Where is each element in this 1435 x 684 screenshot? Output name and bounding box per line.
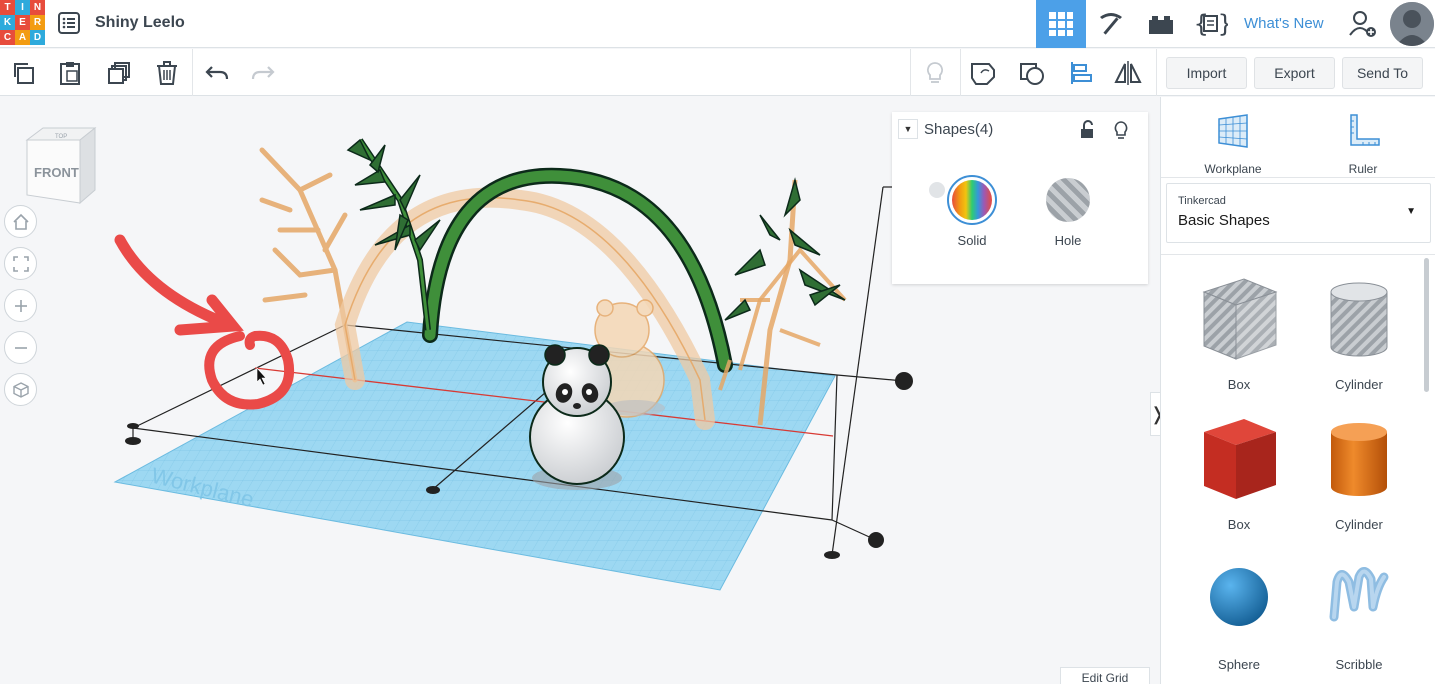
inspector-title: Shapes(4): [924, 121, 994, 138]
paste-icon[interactable]: [55, 58, 85, 88]
home-view-icon[interactable]: [4, 205, 37, 238]
bricks-icon[interactable]: [1136, 0, 1186, 48]
shape-label: Box: [1227, 377, 1251, 392]
group-icon[interactable]: [968, 58, 998, 88]
zoom-out-icon[interactable]: [4, 331, 37, 364]
toolbar-divider: [1156, 49, 1157, 96]
logo-letter: R: [30, 15, 45, 30]
undo-icon[interactable]: [202, 58, 232, 88]
shape-cylinder-hole[interactable]: Cylinder: [1309, 267, 1409, 397]
panel-divider: [1161, 177, 1435, 178]
shape-label: Scribble: [1335, 657, 1383, 672]
shape-label: Cylinder: [1335, 517, 1383, 532]
redo-icon[interactable]: [248, 58, 278, 88]
shape-box-hole[interactable]: Box: [1189, 267, 1289, 397]
shape-sphere[interactable]: Sphere: [1189, 547, 1289, 677]
workplane-label: Workplane: [1204, 162, 1262, 176]
zoom-in-icon[interactable]: [4, 289, 37, 322]
toolbar-divider: [960, 49, 961, 96]
workplane-icon: [1218, 114, 1248, 148]
dropdown-chevron-icon: ▼: [1406, 206, 1416, 217]
grid-view-icon[interactable]: [1036, 0, 1086, 48]
avatar[interactable]: [1390, 2, 1434, 46]
shape-library-dropdown[interactable]: Tinkercad Basic Shapes ▼: [1166, 183, 1431, 243]
panel-scrollbar[interactable]: [1424, 258, 1429, 392]
shape-scribble[interactable]: Scribble: [1309, 547, 1409, 677]
view-cube[interactable]: FRONT TOP: [25, 126, 97, 205]
box-hole-icon: [1202, 278, 1278, 360]
import-button[interactable]: Import: [1166, 57, 1247, 89]
align-icon[interactable]: [1066, 58, 1096, 88]
lock-icon[interactable]: [1078, 120, 1096, 145]
shape-cylinder[interactable]: Cylinder: [1309, 407, 1409, 537]
view-cube-top-label: TOP: [55, 134, 67, 140]
logo-letter: A: [15, 30, 30, 45]
sphere-blue-icon: [1210, 568, 1268, 626]
project-title[interactable]: Shiny Leelo: [95, 14, 185, 32]
visibility-bulb-icon[interactable]: [1112, 120, 1130, 145]
ungroup-icon[interactable]: [1017, 58, 1047, 88]
shape-label: Box: [1227, 517, 1251, 532]
hole-swatch[interactable]: [1046, 178, 1090, 222]
logo-letter: I: [15, 0, 30, 15]
shape-label: Sphere: [1218, 657, 1260, 672]
edit-grid-button[interactable]: Edit Grid: [1060, 667, 1150, 684]
ruler-label: Ruler: [1348, 162, 1378, 176]
library-category: Tinkercad: [1178, 195, 1226, 207]
svg-text:{: {: [1194, 10, 1208, 38]
logo-letter: D: [30, 30, 45, 45]
send-to-button[interactable]: Send To: [1342, 57, 1423, 89]
scribble-icon: [1329, 567, 1389, 622]
workplane-tool[interactable]: Workplane: [1173, 107, 1293, 177]
annotation-arrow: [114, 234, 244, 336]
view-cube-front-label: FRONT: [34, 165, 79, 180]
copy-icon[interactable]: [8, 58, 38, 88]
duplicate-icon[interactable]: [104, 58, 134, 88]
mouse-cursor-icon: [256, 367, 267, 386]
whats-new-link[interactable]: What's New: [1244, 15, 1324, 32]
shape-box[interactable]: Box: [1189, 407, 1289, 537]
top-bar: TINKERCAD Shiny Leelo {What's New: [0, 0, 1435, 48]
logo-letter: C: [0, 30, 15, 45]
ruler-tool[interactable]: Ruler: [1303, 107, 1423, 177]
svg-text:}: }: [1218, 10, 1228, 38]
cylinder-orange-icon: [1331, 423, 1387, 496]
shapes-panel: Workplane Ruler Tinkercad Basic Shapes ▼…: [1160, 97, 1435, 684]
mirror-icon[interactable]: [1113, 58, 1143, 88]
export-button[interactable]: Export: [1254, 57, 1335, 89]
pickaxe-icon[interactable]: [1086, 0, 1136, 48]
toolbar-divider: [192, 49, 193, 96]
edit-toolbar: Import Export Send To: [0, 49, 1435, 96]
cylinder-hole-icon: [1330, 282, 1388, 357]
inspector-connector: [929, 182, 945, 198]
collapse-chevron-icon[interactable]: ▼: [898, 119, 918, 139]
logo-letter: T: [0, 0, 15, 15]
fit-view-icon[interactable]: [4, 247, 37, 280]
codeblocks-icon[interactable]: { }: [1186, 0, 1236, 48]
lightbulb-icon[interactable]: [920, 58, 950, 88]
toolbar-divider: [910, 49, 911, 96]
design-list-icon[interactable]: [56, 10, 82, 36]
library-value: Basic Shapes: [1178, 212, 1270, 229]
ruler-icon: [1350, 114, 1380, 146]
shape-inspector: ▼ Shapes(4) Solid Hole: [892, 112, 1148, 284]
perspective-icon[interactable]: [4, 373, 37, 406]
logo-letter: E: [15, 15, 30, 30]
logo-letter: N: [30, 0, 45, 15]
solid-label: Solid: [957, 233, 987, 248]
logo-letter: K: [0, 15, 15, 30]
shape-label: Cylinder: [1335, 377, 1383, 392]
tinkercad-logo[interactable]: TINKERCAD: [0, 0, 45, 45]
box-red-icon: [1204, 419, 1276, 499]
panel-divider: [1161, 254, 1435, 255]
hole-label: Hole: [1054, 233, 1082, 248]
delete-icon[interactable]: [152, 58, 182, 88]
solid-color-swatch[interactable]: [947, 175, 997, 225]
add-user-icon[interactable]: [1338, 0, 1388, 48]
